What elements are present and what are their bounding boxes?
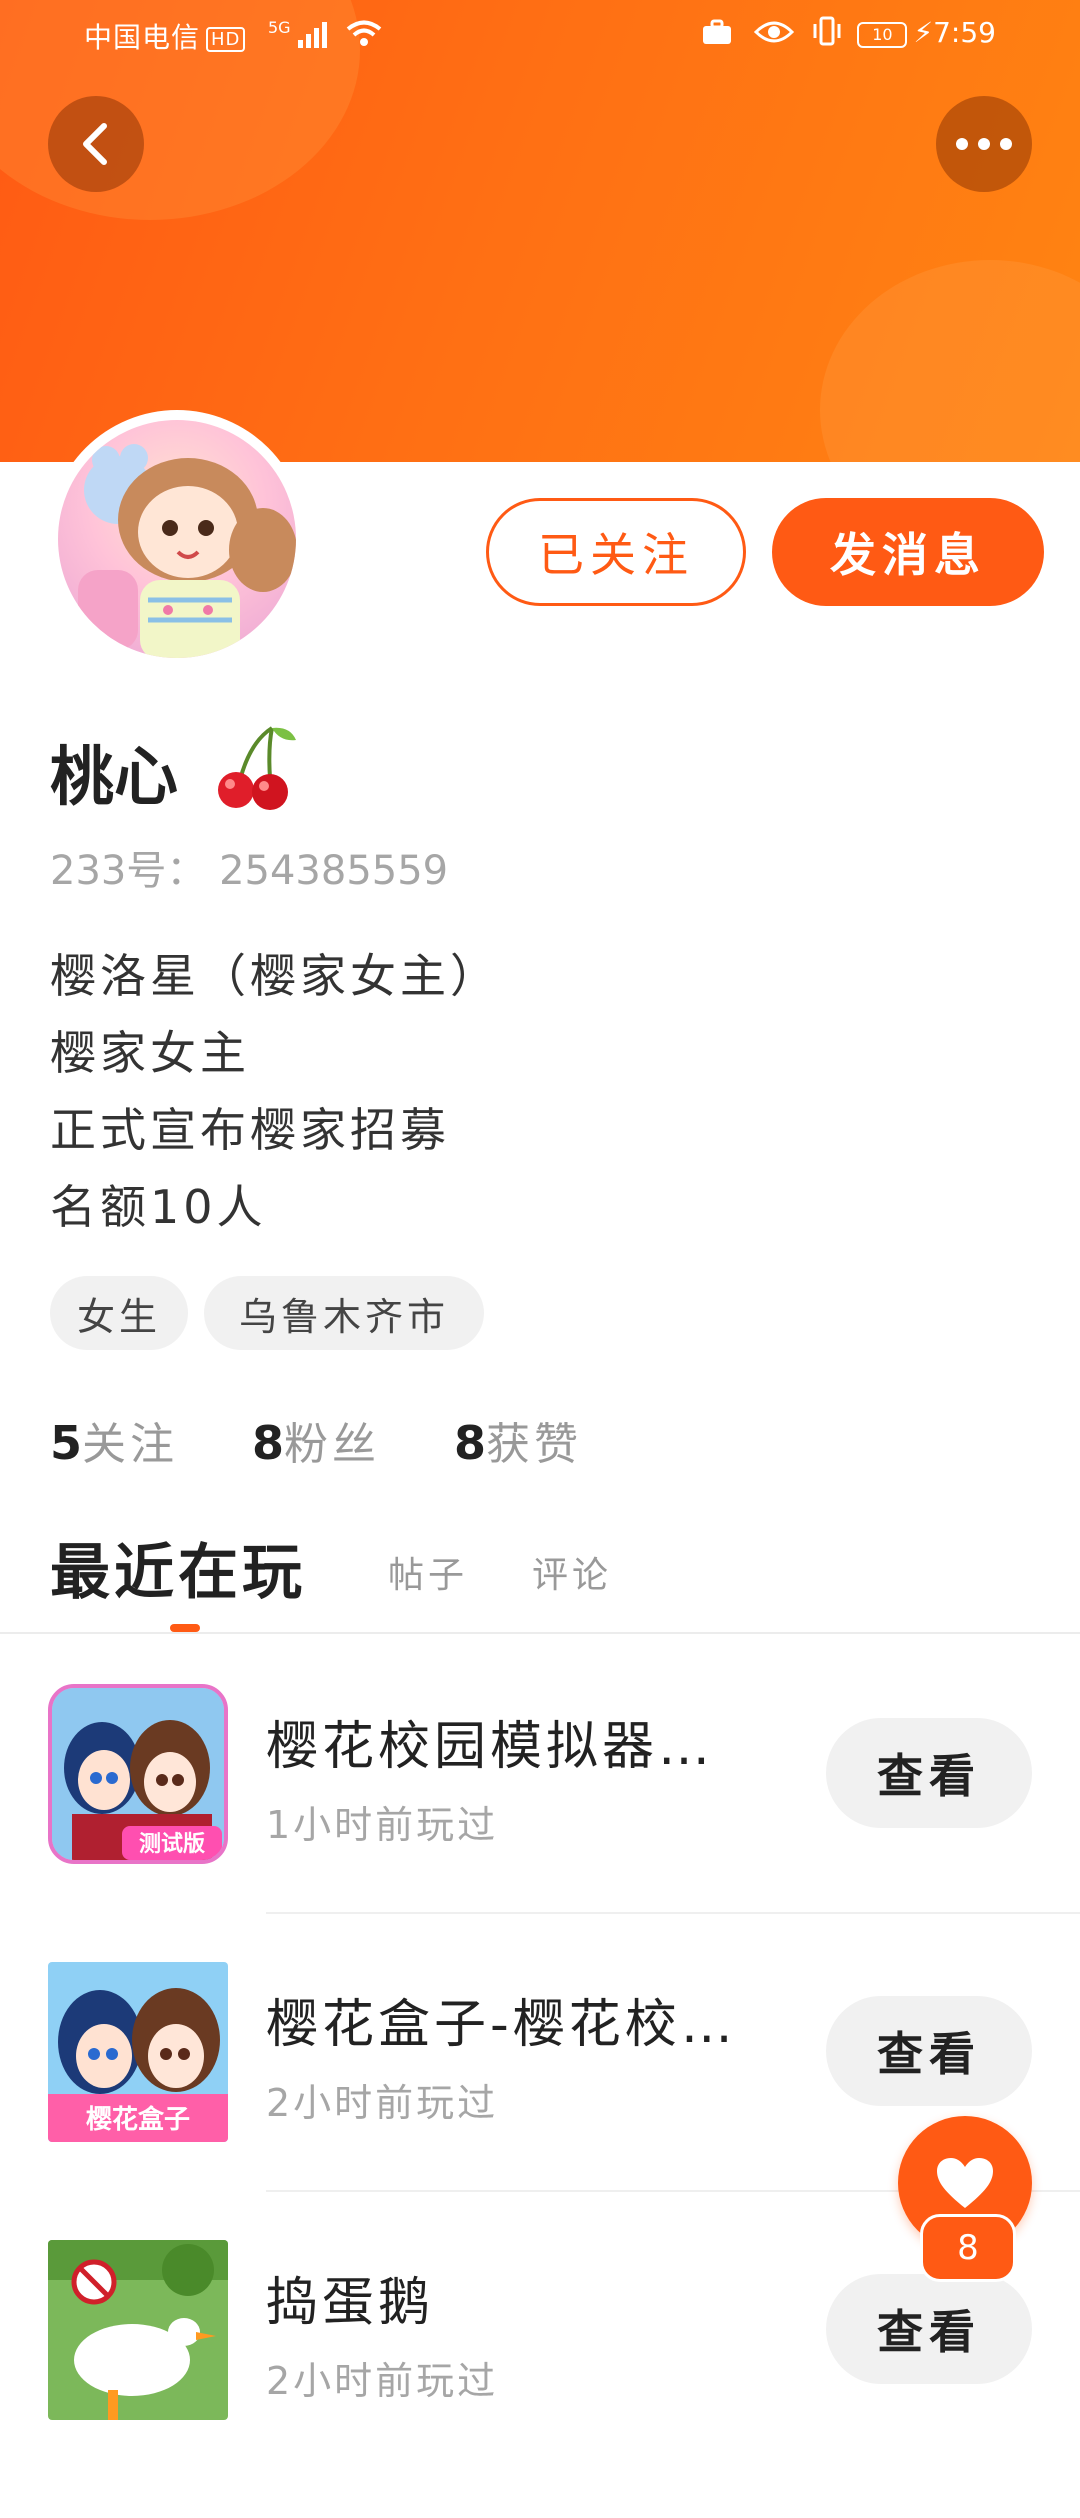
heart-icon [937, 2158, 993, 2208]
charging-icon: ⚡ [913, 16, 934, 49]
game-title: 樱花盒子-樱花校… [266, 1995, 737, 2055]
battery-icon: 10 [857, 22, 908, 48]
game-icon: 测试版 [48, 1684, 228, 1864]
bio: 樱洛星（樱家女主） 樱家女主 正式宣布樱家招募 名额10人 [50, 938, 500, 1246]
divider [0, 1632, 1080, 1634]
tab-recently-played[interactable]: 最近在玩 [50, 1524, 306, 1611]
carrier-label: 中国电信 HD [84, 16, 246, 56]
game-last-played: 2小时前玩过 [266, 2081, 499, 2125]
divider [266, 1912, 1080, 1914]
briefcase-icon [702, 19, 731, 44]
hd-icon: HD [206, 27, 246, 52]
tab-posts[interactable]: 帖子 [388, 1546, 468, 1598]
status-bar: 中国电信 HD 5G 10 ⚡7:59 [0, 14, 1080, 56]
following-count: 5 [50, 1416, 83, 1470]
more-dots-icon [956, 138, 1012, 150]
game-title: 捣蛋鹅 [266, 2273, 435, 2333]
game-icon: 樱花盒子 [48, 1962, 228, 2142]
gender-tag: 女生 [50, 1276, 188, 1350]
list-item[interactable]: 测试版 樱花校园模拟器… 1小时前玩过 查看 [0, 1684, 1080, 1962]
likes-count: 8 [454, 1416, 487, 1470]
game-last-played: 2小时前玩过 [266, 2359, 499, 2403]
view-game-button[interactable]: 查看 [826, 1718, 1032, 1828]
eye-icon [753, 21, 794, 43]
user-id-value: 254385559 [219, 848, 449, 894]
game-last-played: 1小时前玩过 [266, 1803, 499, 1847]
send-message-button[interactable]: 发消息 [772, 498, 1044, 606]
clock: 7:59 [933, 16, 996, 49]
bio-line: 樱家女主 [50, 1026, 250, 1080]
user-id: 233号： 254385559 [50, 838, 448, 896]
bio-line: 名额10人 [50, 1180, 267, 1234]
chevron-left-icon [83, 123, 107, 165]
fans-stat[interactable]: 8粉丝 [252, 1408, 380, 1472]
back-button[interactable] [48, 96, 144, 192]
network-type: 5G [268, 18, 291, 37]
game-icon-badge: 樱花盒子 [86, 2104, 190, 2135]
bio-line: 正式宣布樱家招募 [50, 1103, 450, 1157]
header-decoration [820, 260, 1080, 462]
avatar[interactable] [50, 412, 304, 666]
bio-line: 樱洛星（樱家女主） [50, 949, 500, 1003]
likes-label: 获赞 [486, 1419, 583, 1470]
likes-stat[interactable]: 8获赞 [454, 1408, 582, 1472]
location-tag: 乌鲁木齐市 [204, 1276, 484, 1350]
followed-button[interactable]: 已关注 [486, 498, 746, 606]
view-game-button[interactable]: 查看 [826, 1996, 1032, 2106]
list-item[interactable]: 捣蛋鹅 2小时前玩过 查看 [0, 2240, 1080, 2518]
status-right: 10 ⚡7:59 [701, 16, 996, 49]
wifi-icon [346, 20, 382, 46]
signal-icon: 5G [268, 18, 382, 51]
game-icon-badge: 测试版 [139, 1832, 205, 1857]
game-icon [48, 2240, 228, 2420]
like-count-badge: 8 [920, 2214, 1016, 2282]
game-title: 樱花校园模拟器… [266, 1717, 715, 1777]
cherry-icon [218, 726, 296, 810]
user-id-label: 233号： [50, 848, 207, 894]
profile-name: 桃心 [50, 741, 178, 815]
active-tab-indicator [170, 1624, 200, 1632]
fans-label: 粉丝 [284, 1419, 381, 1470]
more-options-button[interactable] [936, 96, 1032, 192]
view-game-button[interactable]: 查看 [826, 2274, 1032, 2384]
following-label: 关注 [82, 1419, 179, 1470]
tab-comments[interactable]: 评论 [532, 1546, 612, 1598]
following-stat[interactable]: 5关注 [50, 1408, 178, 1472]
profile-header-banner: 中国电信 HD 5G 10 ⚡7:59 [0, 0, 1080, 462]
avatar-image [58, 420, 296, 658]
carrier-name: 中国电信 [84, 21, 201, 54]
vibrate-icon [813, 16, 841, 46]
fans-count: 8 [252, 1416, 285, 1470]
